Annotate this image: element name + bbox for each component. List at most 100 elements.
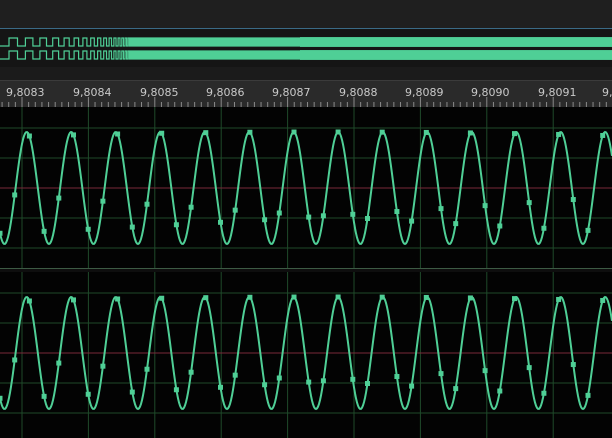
sample-point — [438, 206, 444, 212]
sample-point — [409, 383, 415, 389]
sample-point — [173, 387, 179, 393]
overview-waveform-graphic — [0, 37, 612, 60]
sample-point — [85, 226, 91, 232]
sample-point — [526, 365, 532, 371]
ruler-tick-label: 9,8083 — [6, 86, 45, 99]
sample-point — [335, 129, 341, 135]
sample-point — [159, 295, 165, 301]
sample-point — [409, 218, 415, 224]
sample-point — [12, 357, 18, 363]
sample-point — [0, 395, 3, 401]
sample-point — [365, 216, 370, 222]
ruler-tick-label: 9,8090 — [471, 86, 510, 99]
sample-point — [115, 131, 121, 137]
channel-2-waveform — [0, 272, 612, 438]
sample-point — [232, 372, 238, 378]
ruler-tick-label: 9,8088 — [339, 86, 378, 99]
sample-point — [600, 297, 606, 303]
sample-point — [276, 210, 282, 216]
sample-point — [100, 198, 106, 204]
sample-point — [291, 129, 297, 135]
sample-point — [453, 221, 459, 227]
waveform-overview-navigator[interactable] — [0, 29, 612, 67]
ruler-tick-label: 9,8089 — [405, 86, 444, 99]
sample-point — [394, 374, 400, 380]
sample-point — [512, 131, 517, 137]
sample-point — [188, 369, 194, 375]
sample-point — [423, 294, 429, 300]
sample-point — [335, 294, 341, 300]
sample-point — [247, 129, 253, 135]
sample-point — [85, 391, 91, 397]
overview-dense-region — [300, 50, 612, 60]
sample-point — [0, 230, 3, 236]
ruler-tick-label: 9,8087 — [272, 86, 311, 99]
ruler-tick-label: 9,8085 — [140, 86, 179, 99]
sample-point — [585, 227, 591, 233]
sample-point — [541, 225, 547, 231]
sample-point — [320, 378, 326, 384]
time-ruler[interactable]: 9,8083 9,8084 9,8085 9,8086 9,8087 9,808… — [0, 80, 612, 108]
sample-point — [423, 129, 429, 135]
ruler-spacer — [0, 67, 612, 80]
sample-point — [556, 131, 562, 137]
sample-point — [350, 211, 356, 217]
sample-point — [41, 228, 47, 234]
sample-point — [570, 362, 576, 368]
sample-point — [71, 132, 76, 138]
sample-point — [497, 388, 503, 394]
sample-point — [218, 219, 223, 225]
sample-point — [291, 294, 297, 300]
sample-point — [26, 133, 32, 139]
sample-point — [203, 295, 209, 301]
ruler-tick-label: 9, — [602, 86, 612, 99]
sample-point — [453, 386, 459, 392]
sample-point — [247, 294, 253, 300]
sample-point — [144, 366, 150, 372]
sample-point — [129, 389, 135, 395]
sample-point — [12, 192, 18, 198]
sample-point — [350, 376, 356, 382]
sample-point — [26, 298, 32, 304]
sample-point — [482, 203, 488, 209]
sample-point — [129, 224, 135, 230]
overview-dense-region — [300, 37, 612, 47]
sample-point — [100, 363, 106, 369]
sample-point — [173, 222, 179, 228]
waveform-channel-2[interactable] — [0, 272, 612, 438]
sample-point — [512, 296, 517, 302]
sample-point — [56, 195, 62, 201]
sample-point — [276, 375, 282, 381]
sample-point — [41, 393, 47, 399]
sample-point — [56, 360, 62, 366]
sample-point — [482, 368, 488, 374]
sample-point — [306, 214, 312, 220]
sample-point — [600, 132, 606, 138]
sample-point — [320, 213, 326, 219]
sample-point — [585, 392, 591, 398]
sample-point — [71, 297, 76, 303]
sample-point — [394, 209, 400, 215]
channel-1-waveform — [0, 107, 612, 268]
ruler-tick-label: 9,8084 — [73, 86, 112, 99]
sample-point — [570, 197, 576, 203]
sample-point — [188, 204, 194, 210]
sample-point — [115, 296, 121, 302]
sample-point — [438, 371, 444, 377]
sample-point — [541, 390, 547, 396]
editor-top-bar — [0, 0, 612, 29]
sample-point — [262, 382, 268, 388]
sample-point — [467, 295, 473, 301]
sample-point — [379, 129, 385, 135]
sample-point — [306, 379, 312, 385]
sample-point — [497, 223, 503, 229]
sample-point — [203, 130, 209, 136]
waveform-channel-1[interactable] — [0, 107, 612, 268]
ruler-tick-label: 9,8091 — [538, 86, 577, 99]
sample-point — [144, 201, 150, 207]
sample-point — [159, 130, 165, 136]
sample-point — [218, 384, 223, 390]
sample-point — [232, 207, 238, 213]
sample-point — [467, 130, 473, 136]
sample-point — [526, 200, 532, 206]
